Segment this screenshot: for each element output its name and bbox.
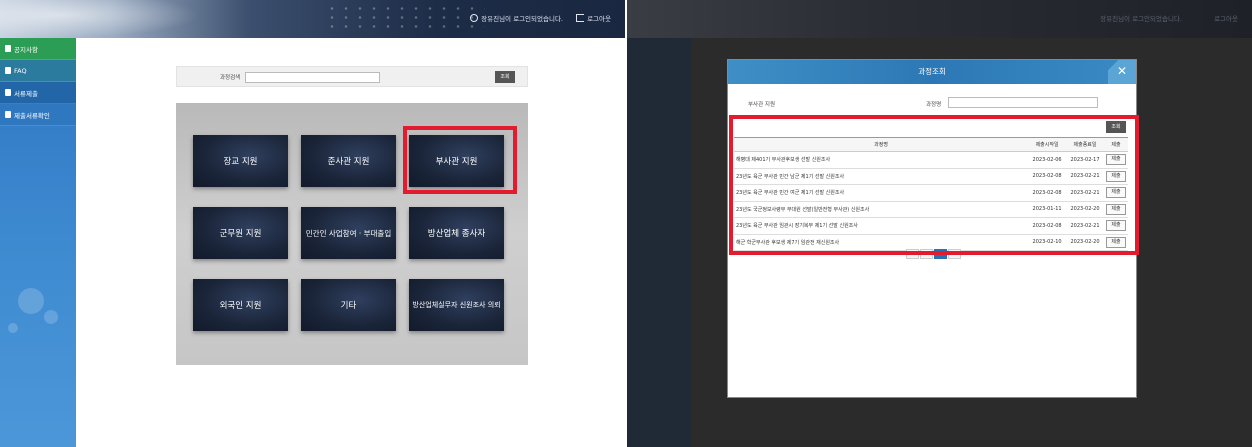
search-label: 과정검색 <box>220 75 241 81</box>
decor-bubble <box>18 288 44 314</box>
course-name-input[interactable] <box>948 97 1098 108</box>
dimmed-user-status: 장유진님이 로그인되었습니다. <box>1100 15 1182 23</box>
checklist-icon <box>5 111 11 118</box>
filter-category: 부사관 지원 <box>748 102 776 108</box>
close-icon[interactable]: ✕ <box>1108 60 1136 84</box>
dimmed-sidebar <box>627 38 691 447</box>
search-button[interactable]: 조회 <box>495 71 515 83</box>
sidebar-item-label: 제출서류확인 <box>14 111 50 120</box>
logout-icon <box>576 14 585 22</box>
tile-civilian-employee[interactable]: 군무원 지원 <box>193 207 288 259</box>
user-icon <box>470 14 479 22</box>
sidebar-item-submit[interactable]: 서류제출 <box>0 82 76 104</box>
mic-icon <box>5 45 11 52</box>
logout-label: 로그아웃 <box>587 15 611 23</box>
main-page: 장유진님이 로그인되었습니다. 로그아웃 공지사항 FAQ 서류제출 제출서류확… <box>0 0 625 447</box>
tile-defense-worker[interactable]: 방산업체 종사자 <box>409 207 504 259</box>
sidebar: 공지사항 FAQ 서류제출 제출서류확인 <box>0 38 76 447</box>
course-name-label: 과정명 <box>926 102 942 108</box>
user-status: 장유진님이 로그인되었습니다. <box>470 13 563 23</box>
tile-defense-practitioner[interactable]: 방산업체실무자 신원조사 의뢰 <box>409 279 504 331</box>
tile-officer[interactable]: 장교 지원 <box>193 135 288 187</box>
header-glow <box>0 0 200 38</box>
sidebar-item-notice[interactable]: 공지사항 <box>0 38 76 60</box>
dimmed-logout: 로그아웃 <box>1214 15 1238 23</box>
modal-title: 과정조회 <box>728 60 1136 84</box>
user-status-text: 장유진님이 로그인되었습니다. <box>481 15 563 23</box>
top-header: 장유진님이 로그인되었습니다. 로그아웃 <box>0 0 625 38</box>
highlight-box-nco <box>403 126 517 194</box>
decor-bubble <box>8 323 18 333</box>
logout-link[interactable]: 로그아웃 <box>576 13 611 23</box>
modal-filter-row: 부사관 지원 과정명 <box>736 97 1102 111</box>
search-input[interactable] <box>245 72 380 83</box>
sidebar-item-label: 공지사항 <box>14 45 38 54</box>
screenshot-root: 장유진님이 로그인되었습니다. 로그아웃 공지사항 FAQ 서류제출 제출서류확… <box>0 0 1252 447</box>
tile-civilian-business[interactable]: 민간인 사업참여 · 부대출입 <box>301 207 396 259</box>
tile-foreigner[interactable]: 외국인 지원 <box>193 279 288 331</box>
document-icon <box>5 89 11 96</box>
decor-bubble <box>44 310 58 324</box>
sidebar-item-faq[interactable]: FAQ <box>0 60 76 82</box>
sidebar-item-label: FAQ <box>14 66 27 75</box>
tile-other[interactable]: 기타 <box>301 279 396 331</box>
sidebar-item-label: 서류제출 <box>14 89 38 98</box>
highlight-box-table <box>729 115 1139 255</box>
header-dots <box>325 4 485 34</box>
sidebar-item-check[interactable]: 제출서류확인 <box>0 104 76 126</box>
course-search-bar: 과정검색 조회 <box>176 66 528 87</box>
tile-warrant-officer[interactable]: 준사관 지원 <box>301 135 396 187</box>
chat-icon <box>5 67 11 74</box>
